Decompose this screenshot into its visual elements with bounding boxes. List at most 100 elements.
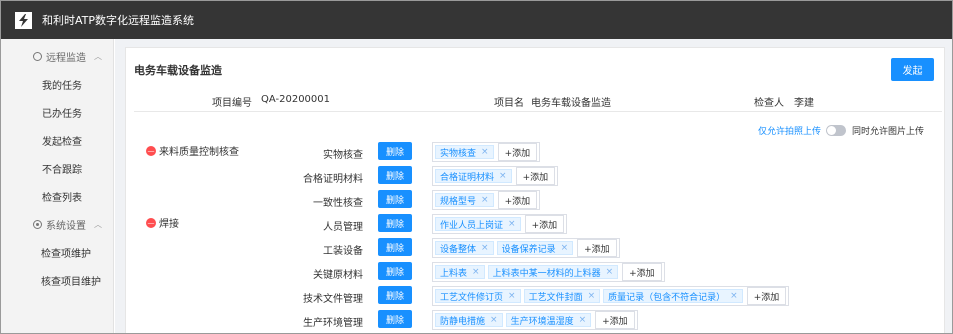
close-icon[interactable]: ×: [588, 291, 596, 301]
project-name-value: 电务车载设备监造: [531, 98, 611, 109]
tag: 工艺文件封面 ×: [523, 289, 601, 303]
tag-list: 合格证明材料 × +添加: [432, 166, 559, 186]
tag: 防静电措施 ×: [435, 313, 503, 327]
sidebar-item-check-list[interactable]: 检查列表: [1, 182, 113, 210]
tag-list: 作业人员上岗证 × +添加: [432, 214, 568, 234]
allow-image-label: 同时允许图片上传: [852, 127, 925, 137]
tag-label: 实物核查: [440, 148, 477, 159]
check-row: 工装设备 删除 设备整体 × 设备保养记录 × +添加: [126, 238, 946, 258]
add-tag-button[interactable]: +添加: [515, 167, 556, 185]
close-icon[interactable]: ×: [481, 195, 489, 205]
delete-button[interactable]: 删除: [378, 190, 412, 208]
upload-switch[interactable]: [826, 125, 847, 136]
row-label: 人员管理: [323, 222, 363, 233]
tag-list: 设备整体 × 设备保养记录 × +添加: [432, 238, 620, 258]
delete-button[interactable]: 删除: [378, 142, 412, 160]
sidebar-group-label: 远程监造: [46, 52, 86, 64]
tag: 工艺文件修订页 ×: [435, 289, 521, 303]
close-icon[interactable]: ×: [508, 291, 516, 301]
add-tag-button[interactable]: +添加: [497, 191, 538, 209]
sidebar: 远程监造 ︿ 我的任务 已办任务 发起检查 不合跟踪 检查列表 系统设置 ︿ 检…: [1, 39, 114, 333]
tag: 实物核查 ×: [435, 145, 494, 159]
add-tag-button[interactable]: +添加: [746, 287, 787, 305]
check-row: 人员管理 删除 作业人员上岗证 × +添加: [126, 214, 946, 234]
tag: 合格证明材料 ×: [435, 169, 512, 183]
eye-icon: [33, 51, 42, 61]
add-tag-button[interactable]: +添加: [524, 215, 565, 233]
tag: 上料表中某一材料的上料器 ×: [487, 265, 619, 279]
check-row: 技术文件管理 删除 工艺文件修订页 × 工艺文件封面 × 质量记录（包含不符合记录） × +添加: [126, 286, 946, 306]
tag-label: 上料表中某一材料的上料器: [492, 268, 601, 279]
logo-icon: [15, 11, 32, 29]
tag-list: 实物核查 × +添加: [432, 142, 541, 162]
sidebar-group-system-settings[interactable]: 系统设置 ︿: [1, 210, 113, 238]
settings-icon: [33, 219, 42, 229]
chevron-up-icon: ︿: [94, 51, 102, 61]
row-label: 生产环境管理: [303, 318, 363, 329]
close-icon[interactable]: ×: [490, 315, 498, 325]
project-no-value: QA-20200001: [261, 94, 330, 105]
delete-button[interactable]: 删除: [378, 262, 412, 280]
project-info-row: 项目编号 QA-20200001 项目名 电务车载设备监造 检查人 李建: [134, 88, 942, 112]
sidebar-item-start-check[interactable]: 发起检查: [1, 126, 113, 154]
row-label: 技术文件管理: [303, 294, 363, 305]
check-row: 关键原材料 删除 上料表 × 上料表中某一材料的上料器 × +添加: [126, 262, 946, 282]
delete-button[interactable]: 删除: [378, 310, 412, 328]
close-icon[interactable]: ×: [606, 267, 614, 277]
project-no-label: 项目编号: [212, 98, 252, 109]
page-title: 电务车载设备监造: [134, 64, 222, 77]
delete-button[interactable]: 删除: [378, 214, 412, 232]
tag-label: 设备整体: [440, 244, 477, 255]
sidebar-item-done-tasks[interactable]: 已办任务: [1, 98, 113, 126]
chevron-up-icon: ︿: [94, 219, 102, 229]
inspector-label: 检查人: [754, 98, 784, 109]
close-icon[interactable]: ×: [730, 291, 738, 301]
tag-label: 生产环境温湿度: [510, 316, 574, 327]
sidebar-item-project-maintenance[interactable]: 核查项目维护: [1, 266, 113, 294]
tag-label: 工艺文件修订页: [440, 292, 504, 303]
row-label: 实物核查: [323, 150, 363, 161]
tag-label: 质量记录（包含不符合记录）: [608, 292, 726, 303]
tag: 上料表 ×: [435, 265, 485, 279]
tag-label: 防静电措施: [440, 316, 486, 327]
add-tag-button[interactable]: +添加: [577, 239, 617, 257]
tag: 设备保养记录 ×: [496, 241, 574, 255]
delete-button[interactable]: 删除: [378, 286, 412, 304]
tag: 设备整体 ×: [435, 241, 494, 255]
close-icon[interactable]: ×: [499, 171, 507, 181]
check-row: 合格证明材料 删除 合格证明材料 × +添加: [126, 166, 946, 186]
add-tag-button[interactable]: +添加: [622, 263, 662, 281]
close-icon[interactable]: ×: [508, 219, 516, 229]
tag-list: 规格型号 × +添加: [432, 190, 541, 210]
tag-label: 合格证明材料: [440, 172, 495, 183]
delete-button[interactable]: 删除: [378, 166, 412, 184]
project-name-label: 项目名: [494, 98, 524, 109]
close-icon[interactable]: ×: [472, 267, 480, 277]
row-label: 一致性核查: [313, 198, 363, 209]
submit-button[interactable]: 发起: [891, 58, 934, 81]
main-content: 电务车载设备监造 发起 项目编号 QA-20200001 项目名 电务车载设备监…: [115, 39, 952, 333]
tag-list: 工艺文件修订页 × 工艺文件封面 × 质量记录（包含不符合记录） × +添加: [432, 286, 790, 306]
check-row: 生产环境管理 删除 防静电措施 × 生产环境温湿度 × +添加: [126, 310, 946, 330]
sidebar-group-remote-supervision[interactable]: 远程监造 ︿: [1, 42, 113, 70]
tag-label: 设备保养记录: [501, 244, 556, 255]
tag: 作业人员上岗证 ×: [435, 217, 521, 231]
tag-list: 防静电措施 × 生产环境温湿度 × +添加: [432, 310, 638, 330]
sidebar-item-check-item-maintenance[interactable]: 检查项维护: [1, 238, 113, 266]
form-card: 电务车载设备监造 发起 项目编号 QA-20200001 项目名 电务车载设备监…: [125, 47, 946, 333]
add-tag-button[interactable]: +添加: [595, 311, 635, 329]
close-icon[interactable]: ×: [481, 243, 489, 253]
close-icon[interactable]: ×: [579, 315, 587, 325]
top-bar: 和利时ATP数字化远程监造系统: [1, 1, 952, 39]
tag-label: 作业人员上岗证: [440, 220, 504, 231]
lightning-icon: [19, 13, 28, 27]
row-label: 合格证明材料: [303, 174, 363, 185]
close-icon[interactable]: ×: [561, 243, 569, 253]
delete-button[interactable]: 删除: [378, 238, 412, 256]
add-tag-button[interactable]: +添加: [497, 143, 538, 161]
sidebar-item-my-tasks[interactable]: 我的任务: [1, 70, 113, 98]
close-icon[interactable]: ×: [481, 147, 489, 157]
row-label: 关键原材料: [313, 270, 363, 281]
sidebar-item-nonconformance[interactable]: 不合跟踪: [1, 154, 113, 182]
photo-only-label: 仅允许拍照上传: [758, 127, 822, 137]
